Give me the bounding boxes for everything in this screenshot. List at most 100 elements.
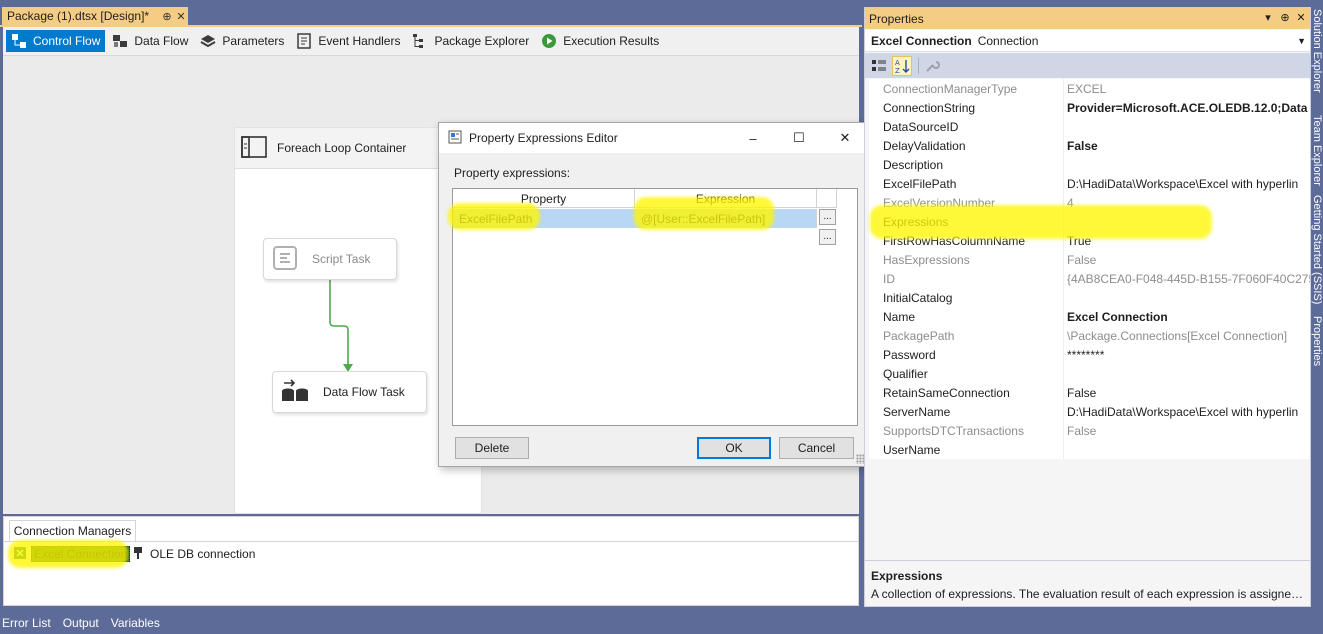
properties-grid[interactable]: ConnectionManagerType EXCEL ConnectionStri…: [869, 79, 1310, 459]
tab-package-explorer[interactable]: Package Explorer: [407, 30, 534, 52]
property-row[interactable]: ExcelVersionNumber 4: [869, 193, 1310, 212]
precedence-constraint-arrow[interactable]: [320, 280, 360, 374]
property-row[interactable]: ConnectionString Provider=Microsoft.ACE.O…: [869, 98, 1310, 117]
property-cell[interactable]: ExcelFilePath: [453, 209, 635, 228]
column-header-expression[interactable]: Expression: [635, 189, 817, 208]
property-value[interactable]: [1064, 364, 1310, 383]
property-row[interactable]: ConnectionManagerType EXCEL: [869, 79, 1310, 98]
property-row[interactable]: Qualifier: [869, 364, 1310, 383]
tab-solution-explorer[interactable]: Solution Explorer: [1311, 9, 1323, 93]
script-task[interactable]: Script Task: [263, 238, 397, 280]
property-value[interactable]: Provider=Microsoft.ACE.OLEDB.12.0;Data: [1064, 98, 1310, 117]
table-row[interactable]: ExcelFilePath @[User::ExcelFilePath]: [453, 209, 817, 228]
object-type: Connection: [977, 33, 1039, 48]
property-expressions-grid[interactable]: Property Expression ExcelFilePath @[User…: [452, 188, 858, 426]
property-row[interactable]: SupportsDTCTransactions False: [869, 421, 1310, 440]
property-name: Password: [869, 345, 1064, 364]
property-row[interactable]: InitialCatalog: [869, 288, 1310, 307]
property-value[interactable]: \Package.Connections[Excel Connection]: [1064, 326, 1310, 345]
package-explorer-icon: [412, 33, 428, 49]
property-value[interactable]: [1064, 440, 1310, 459]
property-value[interactable]: False: [1064, 136, 1310, 155]
property-value[interactable]: True: [1064, 231, 1310, 250]
connection-managers-panel[interactable]: Connection Managers Excel Connection OLE…: [3, 516, 859, 606]
property-value[interactable]: False: [1064, 383, 1310, 402]
alphabetical-button[interactable]: AZ: [892, 55, 912, 76]
categorized-button[interactable]: [869, 56, 889, 76]
property-value[interactable]: [1064, 155, 1310, 174]
property-expressions-dialog: Property Expressions Editor – ☐ ✕ Proper…: [438, 122, 869, 467]
close-icon[interactable]: ✕: [1294, 11, 1308, 24]
property-row[interactable]: PackagePath \Package.Connections[Excel Co…: [869, 326, 1310, 345]
tab-data-flow[interactable]: Data Flow: [107, 30, 193, 52]
tab-variables[interactable]: Variables: [111, 616, 160, 630]
expression-builder-button[interactable]: ...: [819, 209, 836, 225]
pin-icon[interactable]: ⊕: [160, 10, 174, 23]
tab-getting-started[interactable]: Getting Started (SSIS): [1311, 195, 1323, 304]
properties-window: Properties ▾ ⊕ ✕ Excel Connection Connec…: [864, 7, 1311, 607]
property-value[interactable]: EXCEL: [1064, 79, 1310, 98]
property-value[interactable]: False: [1064, 421, 1310, 440]
tab-parameters[interactable]: Parameters: [195, 30, 289, 52]
property-name: ConnectionManagerType: [869, 79, 1064, 98]
property-row[interactable]: ExcelFilePath D:\HadiData\Workspace\Excel…: [869, 174, 1310, 193]
expression-cell[interactable]: @[User::ExcelFilePath]: [635, 209, 817, 228]
description-title: Expressions: [871, 569, 943, 583]
property-row[interactable]: Password ********: [869, 345, 1310, 364]
property-value[interactable]: 4: [1064, 193, 1310, 212]
tab-team-explorer[interactable]: Team Explorer: [1311, 115, 1323, 186]
delete-button[interactable]: Delete: [455, 437, 529, 459]
property-row[interactable]: ServerName D:\HadiData\Workspace\Excel wi…: [869, 402, 1310, 421]
property-row[interactable]: DataSourceID: [869, 117, 1310, 136]
cancel-button[interactable]: Cancel: [779, 437, 854, 459]
property-value[interactable]: {4AB8CEA0-F048-445D-B155-7F060F40C275: [1064, 269, 1310, 288]
expression-builder-button-empty-row[interactable]: ...: [819, 229, 836, 245]
property-row[interactable]: DelayValidation False: [869, 136, 1310, 155]
property-value[interactable]: Excel Connection: [1064, 307, 1310, 326]
connection-managers-tab[interactable]: Connection Managers: [9, 520, 136, 541]
property-row[interactable]: ID {4AB8CEA0-F048-445D-B155-7F060F40C275: [869, 269, 1310, 288]
column-header-property[interactable]: Property: [453, 189, 635, 208]
property-row[interactable]: Name Excel Connection: [869, 307, 1310, 326]
window-position-icon[interactable]: ▾: [1261, 11, 1275, 24]
property-row[interactable]: FirstRowHasColumnName True: [869, 231, 1310, 250]
designer-toolbar: Control Flow Data Flow Parameters Event …: [3, 27, 859, 56]
property-value[interactable]: False: [1064, 250, 1310, 269]
tab-execution-results[interactable]: Execution Results: [536, 30, 664, 52]
property-pages-button[interactable]: [922, 56, 942, 76]
property-value[interactable]: [1064, 212, 1310, 231]
property-row[interactable]: UserName: [869, 440, 1310, 459]
data-flow-task-icon: [281, 378, 309, 407]
container-title: Foreach Loop Container: [277, 141, 407, 155]
document-tab[interactable]: Package (1).dtsx [Design]* ⊕ ✕: [2, 7, 188, 25]
maximize-button[interactable]: ☐: [776, 123, 822, 153]
close-tab-icon[interactable]: ✕: [174, 10, 188, 23]
tab-control-flow[interactable]: Control Flow: [6, 30, 106, 52]
ok-button[interactable]: OK: [697, 437, 771, 459]
tab-properties[interactable]: Properties: [1311, 316, 1323, 366]
property-value[interactable]: ********: [1064, 345, 1310, 364]
property-name: DelayValidation: [869, 136, 1064, 155]
minimize-button[interactable]: –: [730, 123, 776, 153]
property-row[interactable]: Expressions: [869, 212, 1310, 231]
pin-icon[interactable]: ⊕: [1278, 11, 1292, 24]
property-value[interactable]: D:\HadiData\Workspace\Excel with hyperli…: [1064, 402, 1310, 421]
description-text: A collection of expressions. The evaluat…: [871, 587, 1305, 601]
properties-titlebar[interactable]: Properties ▾ ⊕ ✕: [865, 8, 1310, 29]
data-flow-task[interactable]: Data Flow Task: [272, 371, 427, 413]
property-value[interactable]: [1064, 117, 1310, 136]
close-button[interactable]: ✕: [822, 123, 868, 153]
tab-event-handlers[interactable]: Event Handlers: [291, 30, 405, 52]
connection-item-excel[interactable]: Excel Connection: [13, 545, 131, 563]
svg-text:Z: Z: [895, 67, 900, 74]
object-selector[interactable]: Excel Connection Connection ▼: [865, 30, 1310, 52]
property-value[interactable]: D:\HadiData\Workspace\Excel with hyperli…: [1064, 174, 1310, 193]
connection-item-oledb[interactable]: OLE DB connection: [132, 545, 257, 563]
property-row[interactable]: HasExpressions False: [869, 250, 1310, 269]
property-row[interactable]: RetainSameConnection False: [869, 383, 1310, 402]
tab-error-list[interactable]: Error List: [2, 616, 51, 630]
tab-output[interactable]: Output: [63, 616, 99, 630]
object-name: Excel Connection: [871, 33, 972, 48]
property-value[interactable]: [1064, 288, 1310, 307]
property-row[interactable]: Description: [869, 155, 1310, 174]
